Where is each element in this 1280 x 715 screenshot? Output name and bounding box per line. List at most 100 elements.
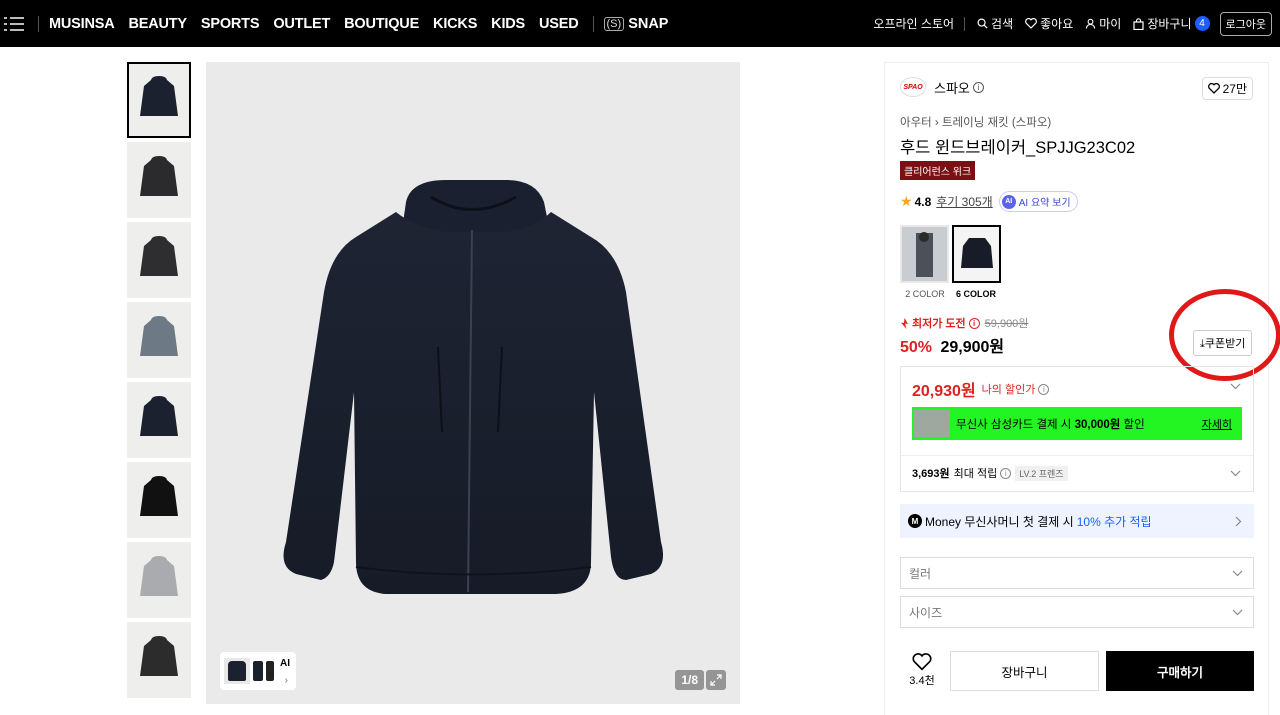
card-image [914,410,950,437]
user-icon [1086,18,1096,29]
logout-button[interactable]: 로그아웃 [1219,11,1272,36]
original-price: 59,900원 [984,318,1029,330]
chevron-right-icon[interactable]: › [285,675,288,686]
thumbnail-3[interactable] [127,222,191,298]
brand-logo[interactable]: SPAO [900,77,926,97]
brand-like-button[interactable]: 27만 [1201,77,1253,100]
product-title: 후드 윈드브레이커_SPJJG23C02 [900,139,1136,157]
nav-link-kicks[interactable]: KICKS [433,16,477,32]
cart-link[interactable]: 장바구니 4 [1133,15,1210,32]
card-promo-text: 무신사 삼성카드 결제 시 30,000원 할인 [956,418,1145,431]
nav-link-kids[interactable]: KIDS [491,16,525,32]
sale-price: 29,900원 [940,339,1005,356]
image-mode-switcher[interactable]: AI › [220,652,296,690]
search-icon [977,18,988,29]
size-select[interactable]: 사이즈 [900,596,1254,628]
size-select-label: 사이즈 [909,605,943,620]
thumbnail-8[interactable] [127,622,191,698]
mini-thumb-3[interactable] [266,661,274,681]
color-option-6-label: 6 COLOR [955,289,996,299]
chevron-down-icon [1232,609,1243,615]
menu-icon[interactable] [4,16,26,32]
expand-icon[interactable] [706,670,726,690]
image-counter: 1/8 [675,670,704,690]
jacket-image [283,180,664,594]
wish-count: 3.4천 [909,675,935,687]
nav-divider [592,15,594,32]
top-nav: MUSINSA BEAUTY SPORTS OUTLET BOUTIQUE KI… [0,0,1280,47]
color-select[interactable]: 컬러 [900,557,1254,589]
info-icon[interactable]: i [968,317,980,329]
chevron-down-icon [1232,570,1243,576]
info-icon[interactable]: i [1038,383,1050,395]
nav-link-beauty[interactable]: BEAUTY [128,16,187,32]
thumbnail-7[interactable] [127,542,191,618]
chevron-right-icon [1235,516,1242,526]
card-promo-banner[interactable]: 무신사 삼성카드 결제 시 30,000원 할인 자세히 [912,407,1242,440]
thumbnail-2[interactable] [127,142,191,218]
nav-link-outlet[interactable]: OUTLET [273,16,330,32]
thumbnail-1[interactable] [127,62,191,138]
discount-percent: 50% [900,339,933,356]
mini-thumb-2[interactable] [253,661,263,681]
points-label: 최대 적립 [953,468,998,480]
heart-icon [912,653,932,671]
purchase-row: 3.4천 장바구니 구매하기 [900,651,1254,691]
nav-divider [964,16,966,31]
points-amount: 3,693원 [912,468,950,480]
my-price-label: 나의 할인가 [981,384,1036,396]
ai-label: AI [280,658,290,669]
snap-icon: (S) [603,16,625,31]
cart-label: 장바구니 [1147,17,1192,31]
offline-store-link[interactable]: 오프라인 스토어 [873,15,954,32]
nav-link-musinsa[interactable]: MUSINSA [49,16,115,32]
chevron-down-icon[interactable] [1230,383,1241,390]
money-icon: M [908,514,922,528]
mini-thumb-1[interactable] [224,658,250,684]
thumbnail-6[interactable] [127,462,191,538]
heart-icon [1025,18,1038,29]
my-price-amount: 20,930원 [912,383,976,400]
musinsa-money-banner[interactable]: M Money 무신사머니 첫 결제 시 10% 추가 적립 [900,504,1254,538]
discount-box: 20,930원 나의 할인가 i 무신사 삼성카드 결제 시 30,000원 할… [900,366,1254,492]
clearance-badge: 클리어런스 위크 [900,161,976,180]
reviews-link[interactable]: 후기 305개 [936,193,992,210]
wish-button[interactable]: 3.4천 [900,651,944,688]
info-icon[interactable]: i [972,81,984,93]
bag-icon [1133,17,1144,30]
points-row[interactable]: 3,693원 최대 적립 i LV.2 프렌즈 [912,465,1068,481]
nav-link-used[interactable]: USED [539,16,579,32]
info-icon[interactable]: i [1000,467,1012,479]
nav-link-snap[interactable]: (S) SNAP [603,15,669,32]
card-detail-link[interactable]: 자세히 [1202,416,1232,432]
nav-link-sports[interactable]: SPORTS [201,16,260,32]
color-option-2[interactable] [900,225,949,283]
nav-link-boutique[interactable]: BOUTIQUE [344,16,419,32]
thumbnail-5[interactable] [127,382,191,458]
cart-count-badge: 4 [1194,16,1210,31]
divider [901,455,1253,456]
buy-now-button[interactable]: 구매하기 [1106,651,1254,691]
nav-divider [38,15,39,32]
brand-row[interactable]: SPAO 스파오 i [900,77,984,97]
thumbnail-list [127,62,191,702]
chevron-down-icon[interactable] [1230,470,1241,477]
search-label: 검색 [991,17,1014,31]
ai-summary-button[interactable]: AI AI 요약 보기 [998,191,1078,212]
likes-link[interactable]: 좋아요 [1025,15,1073,32]
brand-name[interactable]: 스파오 [934,78,970,97]
snap-label: SNAP [628,15,669,32]
heart-icon [1207,83,1220,94]
my-link[interactable]: 마이 [1085,15,1121,32]
thumbnail-4[interactable] [127,302,191,378]
likes-label: 좋아요 [1040,17,1074,31]
lowest-price-label: 최저가 도전 [912,318,966,330]
main-product-image[interactable]: AI › 1/8 [206,62,740,704]
color-option-6[interactable] [952,225,1001,283]
flame-icon [901,317,908,329]
add-to-cart-button[interactable]: 장바구니 [950,651,1099,691]
ai-summary-label: AI 요약 보기 [1018,198,1071,209]
search-link[interactable]: 검색 [977,15,1013,32]
breadcrumb[interactable]: 아우터 › 트레이닝 재킷 (스파오) [900,114,1051,130]
my-price-row[interactable]: 20,930원 나의 할인가 i [912,377,1050,401]
